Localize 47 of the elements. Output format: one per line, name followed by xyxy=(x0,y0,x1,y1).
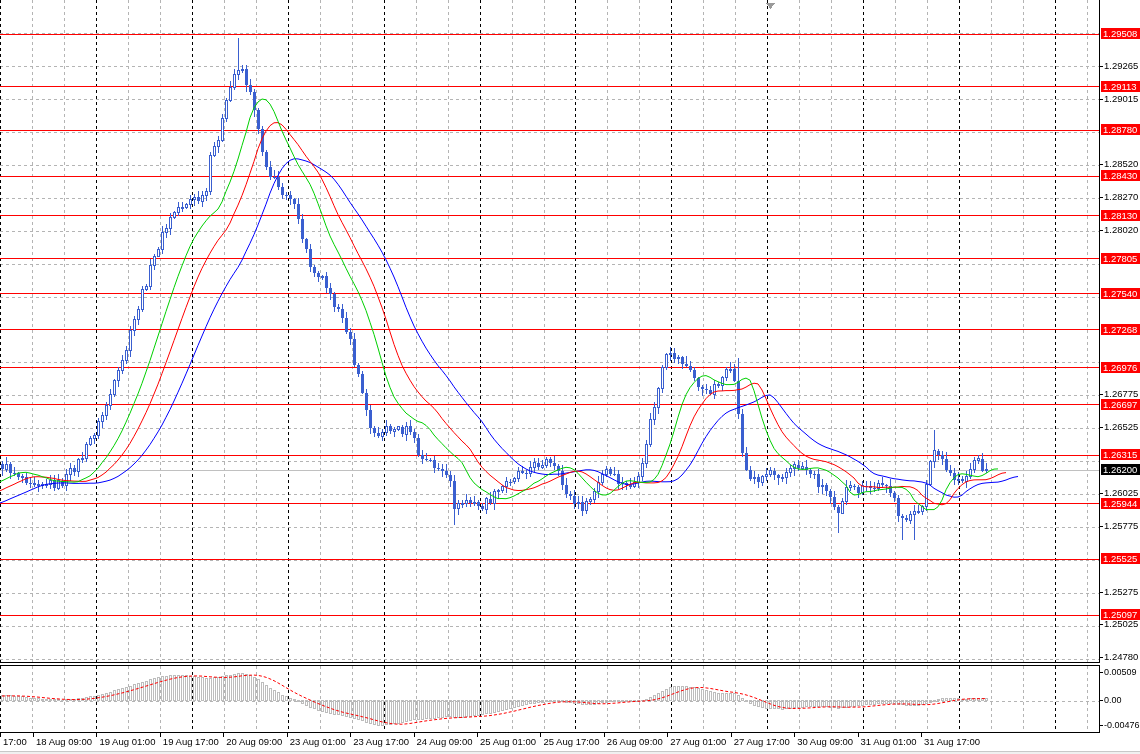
price-level-label: 1.26976 xyxy=(1101,362,1140,373)
time-axis-label: 27 Aug 17:00 xyxy=(730,733,790,748)
price-level-label: 1.28430 xyxy=(1101,170,1140,182)
price-level-label: 1.26697 xyxy=(1101,398,1140,410)
time-axis-label: 19 Aug 17:00 xyxy=(159,733,219,748)
price-level-label: 1.26315 xyxy=(1101,449,1140,461)
price-axis-label: 1.25275 xyxy=(1100,587,1139,596)
price-level-label: 1.25097 xyxy=(1101,609,1140,621)
price-level-label: 1.28130 xyxy=(1101,210,1140,221)
price-axis-label: 1.25775 xyxy=(1100,521,1139,530)
price-level-label: 1.25525 xyxy=(1101,553,1140,565)
price-level-label: 1.27805 xyxy=(1101,252,1140,264)
price-axis-label: 1.26025 xyxy=(1100,488,1139,497)
time-axis-label: 31 Aug 17:00 xyxy=(921,733,980,748)
time-axis-label: 31 Aug 01:00 xyxy=(857,733,917,748)
indicator-axis-label: 0.00509 xyxy=(1100,668,1137,677)
price-axis-label: 1.28520 xyxy=(1100,160,1139,169)
price-level-label: 1.27268 xyxy=(1101,323,1140,335)
price-axis-label: 1.26775 xyxy=(1100,389,1139,398)
time-axis-label: 27 Aug 01:00 xyxy=(667,733,727,748)
price-axis-label: 1.29015 xyxy=(1100,94,1139,103)
time-axis-label: 26 Aug 09:00 xyxy=(603,733,663,748)
time-axis-label: 25 Aug 17:00 xyxy=(540,733,600,748)
indicator-axis-label: -0.00476 xyxy=(1100,721,1140,730)
price-axis-label: 1.26525 xyxy=(1100,422,1139,431)
time-axis-label: 17:00 xyxy=(0,733,27,748)
time-axis-label: 20 Aug 09:00 xyxy=(223,733,283,748)
time-axis-label: 25 Aug 01:00 xyxy=(477,733,536,748)
time-axis-label: 19 Aug 01:00 xyxy=(96,733,156,748)
time-axis-label: 23 Aug 01:00 xyxy=(286,733,346,748)
time-axis-label: 23 Aug 17:00 xyxy=(350,733,410,748)
current-price-label: 1.26200 xyxy=(1101,464,1140,476)
price-axis-label: 1.24780 xyxy=(1100,652,1139,661)
price-level-label: 1.29508 xyxy=(1101,28,1140,40)
time-axis-label: 18 Aug 09:00 xyxy=(33,733,92,748)
indicator-axis-label: 0.00 xyxy=(1100,695,1122,704)
time-axis-label: 30 Aug 09:00 xyxy=(794,733,854,748)
triangle-marker-icon[interactable] xyxy=(766,3,775,9)
price-level-label: 1.27540 xyxy=(1101,287,1140,299)
time-axis-label: 24 Aug 09:00 xyxy=(413,733,473,748)
price-axis-label: 1.28020 xyxy=(1100,225,1139,234)
price-level-label: 1.28780 xyxy=(1101,124,1140,136)
price-axis-label: 1.25025 xyxy=(1100,620,1139,629)
price-axis-label: 1.29265 xyxy=(1100,62,1139,70)
price-axis-label: 1.28270 xyxy=(1100,193,1139,202)
price-level-label: 1.29113 xyxy=(1101,80,1140,92)
price-level-label: 1.25944 xyxy=(1101,497,1140,509)
